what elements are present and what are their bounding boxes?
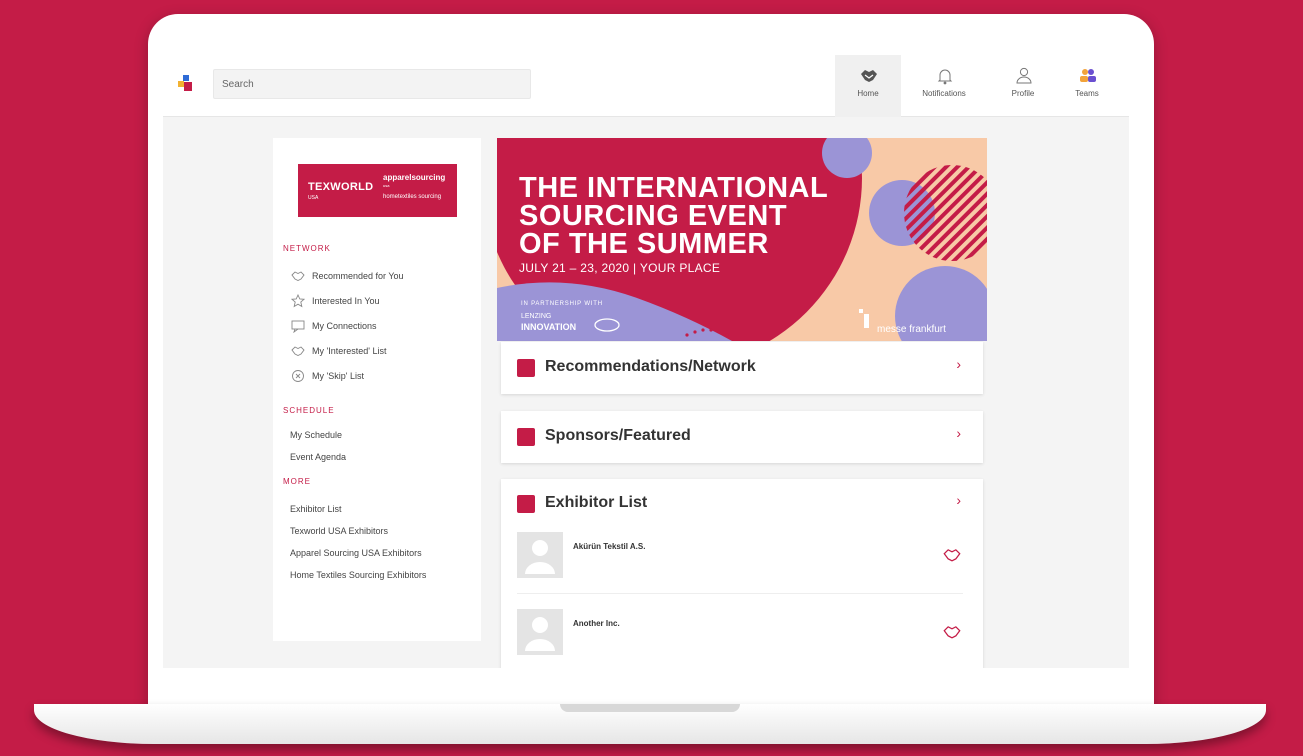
network-icon <box>517 359 535 377</box>
texworld-logo-text: TEXWORLD <box>308 181 374 193</box>
list-item[interactable]: Akürün Tekstil A.S. <box>517 532 977 582</box>
exhibitor-name: Akürün Tekstil A.S. <box>573 542 646 551</box>
star-icon <box>291 294 305 308</box>
messe-frankfurt-logo: messe frankfurt <box>877 324 946 335</box>
sidebar-item-interested-list[interactable]: My 'Interested' List <box>291 344 386 358</box>
nav-notifications[interactable]: Notifications <box>911 55 977 117</box>
card-title[interactable]: Exhibitor List <box>545 494 647 512</box>
sidebar-item-home-textiles-exhibitors[interactable]: Home Textiles Sourcing Exhibitors <box>290 570 426 580</box>
avatar <box>517 609 563 655</box>
sidebar-item-label: Recommended for You <box>312 271 404 281</box>
card-exhibitor-list: Exhibitor List › Akürün Tekstil A.S. Ano… <box>501 479 983 668</box>
laptop-notch <box>560 704 740 712</box>
banner-headline-3: OF THE SUMMER <box>519 228 769 260</box>
list-item[interactable]: Another Inc. <box>517 609 977 659</box>
bell-icon <box>937 69 953 85</box>
exhibitor-icon <box>517 495 535 513</box>
texworld-sub: USA <box>308 195 319 201</box>
app-logo-icon[interactable] <box>178 75 194 93</box>
handshake-icon <box>861 70 877 82</box>
nav-home[interactable]: Home <box>835 55 901 117</box>
nav-label: Notifications <box>922 89 966 98</box>
team-icon <box>1080 69 1096 82</box>
chat-icon <box>291 320 305 333</box>
nav-label: Teams <box>1075 89 1099 98</box>
top-bar: Search Home Notifications Profile Teams <box>163 55 1129 117</box>
banner-date: JULY 21 – 23, 2020 | YOUR PLACE <box>519 261 721 275</box>
apparel-sub: usa <box>383 183 390 188</box>
home-textiles-logo-text: hometextiles sourcing <box>383 194 442 200</box>
sidebar-item-label: My 'Skip' List <box>312 371 364 381</box>
nav-label: Home <box>857 89 879 98</box>
chevron-right-icon[interactable]: › <box>956 356 961 372</box>
card-title: Sponsors/Featured <box>545 427 691 444</box>
avatar <box>517 532 563 578</box>
sidebar-item-connections[interactable]: My Connections <box>291 319 377 333</box>
banner-headline-1: THE INTERNATIONAL <box>519 172 829 204</box>
app-screen: Search Home Notifications Profile Teams … <box>163 55 1129 668</box>
handshake-icon[interactable] <box>943 546 961 564</box>
sidebar-item-apparel-exhibitors[interactable]: Apparel Sourcing USA Exhibitors <box>290 548 422 558</box>
exhibitor-name: Another Inc. <box>573 619 620 628</box>
sidebar: TEXWORLD USA apparelsourcing usa hometex… <box>273 138 481 641</box>
section-title-schedule: SCHEDULE <box>283 406 335 415</box>
sidebar-item-interested-in-you[interactable]: Interested In You <box>291 294 380 308</box>
sidebar-item-my-schedule[interactable]: My Schedule <box>290 430 342 440</box>
event-brand-logo[interactable]: TEXWORLD USA apparelsourcing usa hometex… <box>298 164 457 217</box>
divider <box>517 593 963 594</box>
sidebar-item-label: My Connections <box>312 321 377 331</box>
user-icon <box>1016 67 1032 84</box>
handshake-icon <box>291 346 305 357</box>
sidebar-item-label: Interested In You <box>312 296 380 306</box>
apparel-logo-text: apparelsourcing <box>383 173 446 182</box>
nav-teams[interactable]: Teams <box>1054 55 1120 117</box>
handshake-icon[interactable] <box>943 623 961 641</box>
section-title-network: NETWORK <box>283 244 331 253</box>
chevron-right-icon[interactable]: › <box>956 425 961 441</box>
chevron-right-icon[interactable]: › <box>956 492 961 508</box>
card-recommendations[interactable]: Recommendations/Network › <box>501 342 983 394</box>
banner-headline-2: SOURCING EVENT <box>519 200 788 232</box>
card-title: Recommendations/Network <box>545 358 756 375</box>
innovation-logo-text: INNOVATION <box>521 322 577 332</box>
nav-label: Profile <box>1011 89 1035 98</box>
sidebar-item-label: My 'Interested' List <box>312 346 387 356</box>
nav-profile[interactable]: Profile <box>990 55 1056 117</box>
sidebar-item-event-agenda[interactable]: Event Agenda <box>290 452 346 462</box>
card-sponsors[interactable]: Sponsors/Featured › <box>501 411 983 463</box>
sidebar-item-exhibitor-list[interactable]: Exhibitor List <box>290 504 342 514</box>
sidebar-item-texworld-exhibitors[interactable]: Texworld USA Exhibitors <box>290 526 388 536</box>
banner-partnership: IN PARTNERSHIP WITH <box>521 301 603 307</box>
avatar-placeholder-icon <box>525 540 555 574</box>
lenzing-logo-text: LENZING <box>521 313 552 320</box>
search-input[interactable]: Search <box>213 69 531 99</box>
handshake-icon <box>291 271 305 282</box>
sponsor-icon <box>517 428 535 446</box>
avatar-placeholder-icon <box>525 617 555 651</box>
event-banner[interactable]: THE INTERNATIONAL SOURCING EVENT OF THE … <box>497 138 987 341</box>
sidebar-item-skip-list[interactable]: My 'Skip' List <box>291 369 364 383</box>
sidebar-item-recommended[interactable]: Recommended for You <box>291 269 404 283</box>
close-circle-icon <box>292 370 304 382</box>
section-title-more: MORE <box>283 477 311 486</box>
